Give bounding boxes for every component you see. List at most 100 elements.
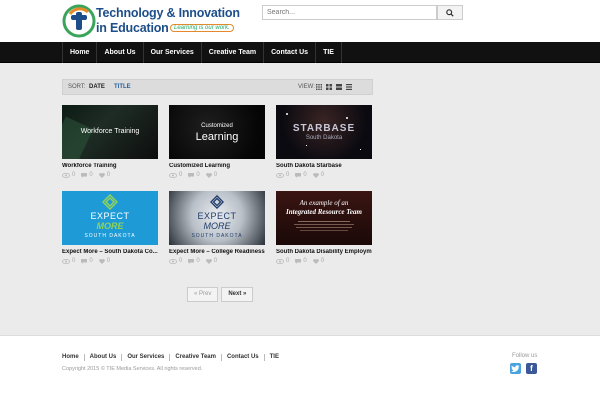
heart-icon [98,258,105,264]
grid-large-icon[interactable] [336,84,342,90]
comment-count: 0 [196,258,200,264]
nav-item-about-us[interactable]: About Us [97,42,144,63]
comment-icon [188,258,195,264]
comment-count: 0 [196,172,200,178]
video-card[interactable]: An example of an Integrated Resource Tea… [276,191,372,264]
thumbnail-caption: Integrated Resource Team [286,208,362,216]
thumbnail-caption: An example of an [299,199,349,207]
sort-by-date-link[interactable]: DATE [89,84,105,90]
eye-icon [276,172,284,178]
video-thumbnail[interactable]: EXPECT MORE SOUTH DAKOTA [62,191,158,245]
follow-us-label: Follow us [512,353,538,359]
heart-icon [205,258,212,264]
footer-link-contact-us[interactable]: Contact Us [222,354,265,361]
eye-icon [169,258,177,264]
video-thumbnail[interactable]: Customized Learning [169,105,265,159]
logo-title-line1: Technology & Innovation [96,6,240,20]
video-title[interactable]: South Dakota Disability Employm... [276,249,372,255]
thumbnail-caption: Learning [195,131,239,143]
list-icon[interactable] [346,84,352,90]
video-title[interactable]: Expect More – South Dakota Co... [62,249,158,255]
facebook-icon[interactable]: f [526,363,537,374]
eye-icon [169,172,177,178]
video-thumbnail[interactable]: An example of an Integrated Resource Tea… [276,191,372,245]
search-button[interactable] [437,5,463,20]
eye-icon [62,258,70,264]
view-count: 0 [286,258,290,264]
search-input[interactable] [262,5,437,20]
footer: Home About Us Our Services Creative Team… [0,335,600,400]
thumbnail-caption: Customized [201,123,233,129]
copyright-text: Copyright 2015 © TIE Media Services. All… [62,366,203,372]
eye-icon [62,172,70,178]
video-thumbnail[interactable]: EXPECT MORE SOUTH DAKOTA [169,191,265,245]
heart-icon [98,172,105,178]
video-card[interactable]: EXPECT MORE SOUTH DAKOTA Expect More – C… [169,191,265,264]
grid-small-icon[interactable] [316,84,322,90]
video-card[interactable]: STARBASE South Dakota South Dakota Starb… [276,105,372,178]
nav-item-our-services[interactable]: Our Services [144,42,202,63]
footer-link-creative-team[interactable]: Creative Team [170,354,222,361]
main-content: SORT: DATE TITLE VIEW: Workforce Trainin… [0,63,600,335]
thumbnail-caption: SOUTH DAKOTA [84,233,136,239]
video-thumbnail[interactable]: Workforce Training [62,105,158,159]
video-card[interactable]: EXPECT MORE SOUTH DAKOTA Expect More – S… [62,191,158,264]
thumbnail-caption: MORE [203,221,231,231]
video-card[interactable]: Workforce Training Workforce Training 0 … [62,105,158,178]
expect-more-logo-icon [102,194,118,210]
nav-item-home[interactable]: Home [62,42,98,63]
like-count: 0 [320,172,325,178]
sort-by-title-link[interactable]: TITLE [114,84,131,90]
eye-icon [276,258,284,264]
thumbnail-caption: MORE [96,221,124,231]
nav-item-tie[interactable]: TIE [316,42,342,63]
comment-count: 0 [303,172,307,178]
nav-item-contact-us[interactable]: Contact Us [264,42,317,63]
footer-nav: Home About Us Our Services Creative Team… [62,354,284,361]
next-page-button[interactable]: Next » [221,287,254,302]
thumbnail-caption: South Dakota [305,135,343,141]
view-count: 0 [179,172,183,178]
site-logo[interactable]: Technology & Innovation in Education Lea… [62,4,240,38]
sort-label: SORT: [68,84,86,90]
expect-more-logo-icon [210,195,224,209]
logo-tagline: Learning is our work. [170,24,234,32]
view-label: VIEW: [298,84,315,90]
prev-page-button[interactable]: « Prev [187,287,219,302]
pagination: « Prev Next » [187,287,254,302]
video-thumbnail[interactable]: STARBASE South Dakota [276,105,372,159]
header: Technology & Innovation in Education Lea… [0,0,600,42]
video-title[interactable]: South Dakota Starbase [276,163,372,169]
sort-bar: SORT: DATE TITLE VIEW: [62,79,373,95]
video-title[interactable]: Customized Learning [169,163,265,169]
grid-medium-icon[interactable] [326,84,332,90]
thumbnail-caption: EXPECT [197,211,237,221]
nav-item-creative-team[interactable]: Creative Team [202,42,265,63]
twitter-icon[interactable] [510,363,521,374]
comment-icon [295,172,302,178]
search-icon [446,8,454,17]
thumbnail-caption: EXPECT [90,211,130,221]
footer-link-tie[interactable]: TIE [265,354,284,361]
heart-icon [205,172,212,178]
main-nav: Home About Us Our Services Creative Team… [0,42,600,63]
footer-link-our-services[interactable]: Our Services [122,354,171,361]
footer-link-about-us[interactable]: About Us [85,354,123,361]
comment-icon [81,172,88,178]
view-count: 0 [179,258,183,264]
comment-count: 0 [303,258,307,264]
logo-title-line2: in Education [96,21,169,35]
view-count: 0 [72,258,76,264]
video-title[interactable]: Workforce Training [62,163,158,169]
video-title[interactable]: Expect More – College Readiness [169,249,265,255]
comment-icon [81,258,88,264]
view-count: 0 [286,172,290,178]
like-count: 0 [106,172,111,178]
comment-icon [188,172,195,178]
thumbnail-caption: SOUTH DAKOTA [191,233,243,239]
view-count: 0 [72,172,76,178]
thumbnail-caption: STARBASE [292,123,356,134]
footer-link-home[interactable]: Home [62,354,85,361]
comment-count: 0 [89,258,93,264]
video-card[interactable]: Customized Learning Customized Learning … [169,105,265,178]
